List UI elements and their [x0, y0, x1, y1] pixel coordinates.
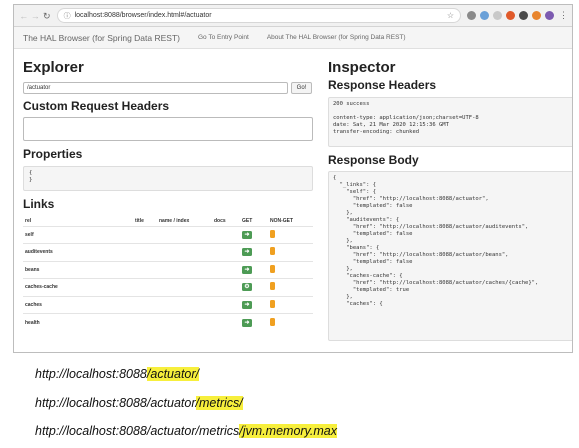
links-title: Links — [23, 197, 55, 211]
back-icon[interactable]: ← — [18, 10, 30, 22]
table-row: caches-cache ⚙ — [23, 278, 313, 296]
info-icon: ⓘ — [63, 12, 71, 20]
link-rel: beans — [23, 260, 133, 279]
annotation-highlight: /actuator/ — [146, 367, 200, 381]
reload-icon[interactable]: ↻ — [41, 10, 53, 22]
arrow-right-icon[interactable]: ➜ — [242, 265, 252, 274]
link-rel: health — [23, 313, 133, 331]
header-line: content-type: application/json;charset=U… — [333, 115, 479, 121]
go-button[interactable]: Go! — [291, 82, 312, 94]
extension-icon[interactable] — [479, 11, 489, 20]
col-docs: docs — [214, 217, 226, 224]
inspector-title: Inspector — [328, 59, 396, 76]
browser-screenshot: ← → ↻ ⓘ localhost:8088/browser/index.htm… — [13, 4, 573, 353]
extension-icon[interactable] — [518, 11, 528, 20]
non-get-button[interactable] — [270, 229, 275, 238]
custom-headers-title: Custom Request Headers — [23, 99, 170, 113]
response-headers-box: 200 success content-type: application/js… — [328, 97, 572, 147]
annotation-highlight: /metrics/ — [195, 396, 243, 410]
col-get: GET — [242, 217, 253, 224]
extension-icon[interactable] — [466, 11, 476, 20]
non-get-button[interactable] — [270, 299, 275, 308]
arrow-right-icon[interactable]: ➜ — [242, 248, 252, 257]
non-get-button[interactable] — [270, 247, 275, 256]
table-row: health ➜ — [23, 313, 313, 331]
app-navbar: The HAL Browser (for Spring Data REST) G… — [14, 27, 572, 49]
custom-headers-textarea[interactable] — [23, 117, 313, 141]
properties-title: Properties — [23, 147, 83, 161]
non-get-button[interactable] — [270, 282, 275, 291]
extension-icon[interactable] — [505, 11, 515, 20]
arrow-right-icon[interactable]: ➜ — [242, 300, 252, 309]
properties-box: { } — [23, 166, 313, 191]
header-line: transfer-encoding: chunked — [333, 129, 420, 135]
col-non-get: NON-GET — [270, 217, 294, 224]
annotation-prefix: http://localhost:8088/actuator/metrics — [35, 424, 240, 438]
gear-icon[interactable]: ⚙ — [242, 283, 252, 292]
extension-icon[interactable] — [531, 11, 541, 20]
table-row: beans ➜ — [23, 260, 313, 279]
annotation-url-3: http://localhost:8088/actuator/metrics/j… — [35, 424, 337, 438]
annotation-prefix: http://localhost:8088/actuator — [35, 396, 196, 410]
profile-avatar[interactable] — [544, 11, 554, 20]
forward-icon[interactable]: → — [30, 10, 42, 22]
browser-menu-icon[interactable]: ⋮ — [559, 11, 568, 20]
response-body-title: Response Body — [328, 153, 419, 167]
status-line: 200 success — [333, 101, 370, 107]
non-get-button[interactable] — [270, 317, 275, 326]
explorer-panel: Explorer /actuator Go! Custom Request He… — [23, 49, 313, 341]
response-body: { "_links": { "self": { "href": "http://… — [328, 171, 572, 341]
link-rel: caches-cache — [23, 278, 133, 296]
arrow-right-icon[interactable]: ➜ — [242, 318, 252, 327]
non-get-button[interactable] — [270, 264, 275, 273]
annotation-prefix: http://localhost:8088 — [35, 367, 147, 381]
explorer-title: Explorer — [23, 59, 84, 76]
address-bar[interactable]: ⓘ localhost:8088/browser/index.html#/act… — [56, 8, 461, 23]
table-row: caches ➜ — [23, 295, 313, 314]
explorer-url-input[interactable]: /actuator — [23, 82, 288, 94]
nav-entry-point[interactable]: Go To Entry Point — [198, 34, 249, 41]
link-rel: self — [23, 225, 133, 244]
annotation-url-1: http://localhost:8088/actuator/ — [35, 367, 200, 381]
col-title: title — [135, 217, 144, 224]
link-rel: caches — [23, 295, 133, 314]
app-brand[interactable]: The HAL Browser (for Spring Data REST) — [23, 33, 180, 43]
header-line: date: Sat, 21 Mar 2020 12:15:36 GMT — [333, 122, 449, 128]
col-rel: rel — [25, 217, 32, 224]
annotation-url-2: http://localhost:8088/actuator/metrics/ — [35, 396, 243, 410]
nav-about[interactable]: About The HAL Browser (for Spring Data R… — [267, 34, 406, 41]
annotation-highlight: /jvm.memory.max — [239, 424, 337, 438]
table-row: auditevents ➜ — [23, 243, 313, 261]
bookmark-star-icon[interactable]: ☆ — [447, 11, 454, 20]
col-name-index: name / index — [159, 217, 190, 224]
arrow-right-icon[interactable]: ➜ — [242, 230, 252, 239]
table-row: self ➜ — [23, 225, 313, 244]
inspector-panel: Inspector Response Headers 200 success c… — [328, 49, 572, 341]
extension-icon[interactable] — [492, 11, 502, 20]
response-headers-title: Response Headers — [328, 78, 437, 92]
link-rel: auditevents — [23, 243, 133, 261]
browser-toolbar: ← → ↻ ⓘ localhost:8088/browser/index.htm… — [14, 5, 572, 27]
address-bar-url: localhost:8088/browser/index.html#/actua… — [74, 12, 212, 19]
links-table: rel title name / index docs GET NON-GET … — [23, 216, 313, 331]
